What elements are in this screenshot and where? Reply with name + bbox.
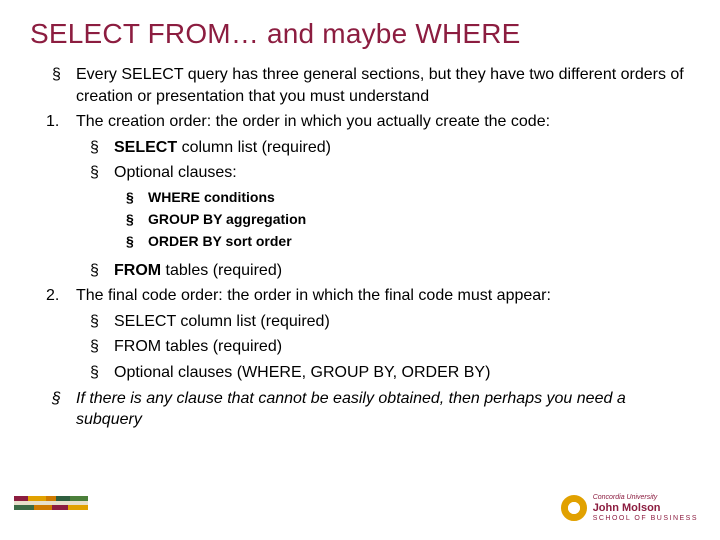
from-keyword: FROM — [114, 262, 161, 279]
bullet-intro: Every SELECT query has three general sec… — [30, 64, 690, 107]
select-keyword: SELECT — [114, 139, 177, 156]
where-rest: conditions — [200, 189, 275, 205]
logo-text: Concordia University John Molson SCHOOL … — [593, 494, 698, 522]
num2-text: The final code order: the order in which… — [76, 287, 551, 304]
final-from: FROM tables (required) — [30, 336, 690, 358]
groupby-keyword: GROUP BY — [148, 211, 222, 227]
school-sub: SCHOOL OF BUSINESS — [593, 515, 698, 522]
slide: SELECT FROM… and maybe WHERE Every SELEC… — [0, 0, 720, 540]
num1-text: The creation order: the order in which y… — [76, 113, 550, 130]
orderby-rest: sort order — [222, 233, 292, 249]
optional-clauses: Optional clauses: — [30, 162, 690, 184]
from-rest: tables (required) — [161, 262, 282, 279]
slide-body: Every SELECT query has three general sec… — [30, 64, 690, 431]
where-clause: WHERE conditions — [30, 188, 690, 207]
footer-stripe-icon — [14, 496, 88, 510]
numbered-item-1: 1. The creation order: the order in whic… — [30, 111, 690, 133]
bullet-outro: If there is any clause that cannot be ea… — [30, 388, 690, 431]
num-marker-2: 2. — [46, 285, 59, 307]
where-keyword: WHERE — [148, 189, 200, 205]
final-optional: Optional clauses (WHERE, GROUP BY, ORDER… — [30, 362, 690, 384]
groupby-clause: GROUP BY aggregation — [30, 210, 690, 229]
school-name: John Molson — [593, 503, 698, 514]
seal-icon — [561, 495, 587, 521]
groupby-rest: aggregation — [222, 211, 306, 227]
university-name: Concordia University — [593, 494, 698, 501]
num-marker-1: 1. — [46, 111, 59, 133]
school-logo: Concordia University John Molson SCHOOL … — [561, 494, 698, 522]
numbered-item-2: 2. The final code order: the order in wh… — [30, 285, 690, 307]
orderby-clause: ORDER BY sort order — [30, 232, 690, 251]
select-clause: SELECT column list (required) — [30, 137, 690, 159]
from-clause: FROM tables (required) — [30, 260, 690, 282]
select-rest: column list (required) — [177, 139, 331, 156]
final-select: SELECT column list (required) — [30, 311, 690, 333]
orderby-keyword: ORDER BY — [148, 233, 222, 249]
page-title: SELECT FROM… and maybe WHERE — [30, 18, 690, 50]
